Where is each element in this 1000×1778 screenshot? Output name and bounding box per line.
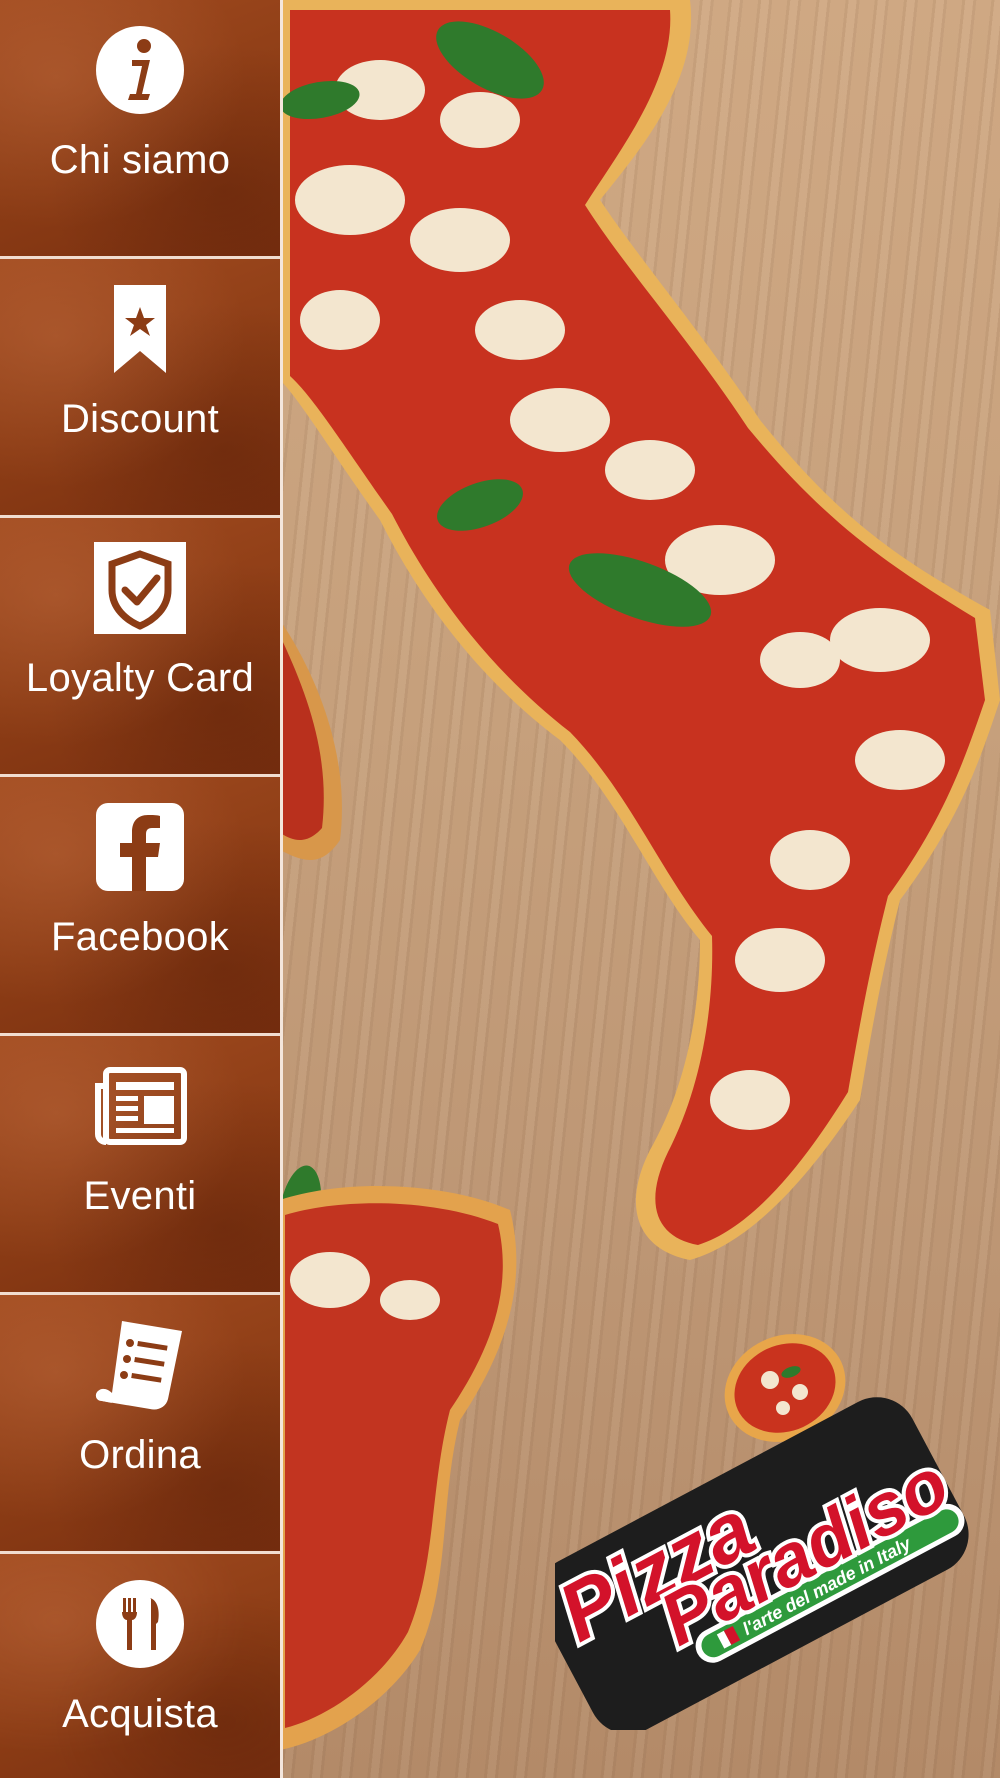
facebook-icon: [90, 797, 190, 897]
menu-item-acquista[interactable]: Acquista: [0, 1553, 280, 1778]
fork-knife-icon: [90, 1574, 190, 1674]
newspaper-icon: [90, 1056, 190, 1156]
order-list-icon: [90, 1315, 190, 1415]
menu-item-ordina[interactable]: Ordina: [0, 1294, 280, 1554]
shield-check-icon: [90, 538, 190, 638]
menu-item-facebook[interactable]: Facebook: [0, 776, 280, 1036]
menu-item-label: Eventi: [83, 1173, 197, 1218]
info-icon: [90, 20, 190, 120]
menu-item-loyalty-card[interactable]: Loyalty Card: [0, 517, 280, 777]
menu-item-label: Chi siamo: [49, 138, 231, 182]
menu-item-label: Ordina: [79, 1432, 201, 1477]
sidebar-menu: Chi siamo Discount Loyalty Card Facebook…: [0, 0, 283, 1778]
menu-item-label: Loyalty Card: [25, 655, 255, 700]
menu-item-discount[interactable]: Discount: [0, 258, 280, 518]
bookmark-star-icon: [90, 279, 190, 379]
menu-item-label: Discount: [60, 396, 220, 441]
menu-item-eventi[interactable]: Eventi: [0, 1035, 280, 1295]
menu-item-chi-siamo[interactable]: Chi siamo: [0, 0, 280, 259]
pizza-paradiso-logo: Pizza Paradiso l'arte del made in Italy: [536, 1330, 975, 1734]
menu-item-label: Acquista: [62, 1691, 218, 1736]
menu-item-label: Facebook: [50, 914, 230, 959]
